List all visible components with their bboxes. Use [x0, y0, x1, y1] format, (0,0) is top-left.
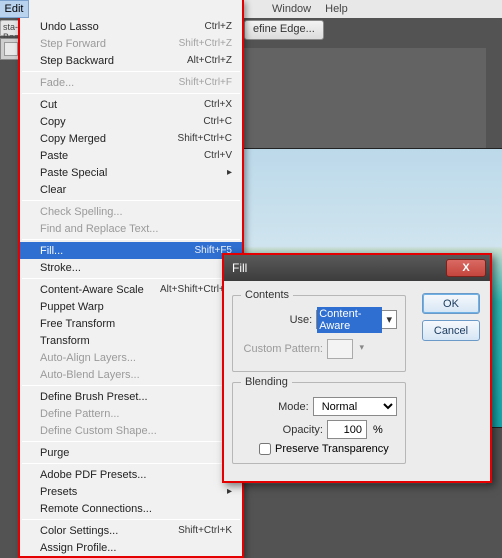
menu-item: Fade...Shift+Ctrl+F — [20, 74, 242, 91]
custom-pattern-label: Custom Pattern: — [241, 343, 323, 355]
menu-item[interactable]: PasteCtrl+V — [20, 147, 242, 164]
menu-item[interactable]: Paste Special▸ — [20, 164, 242, 181]
menu-item[interactable]: Presets▸ — [20, 483, 242, 500]
cancel-button[interactable]: Cancel — [422, 320, 480, 341]
menu-item[interactable]: Purge▸ — [20, 444, 242, 461]
edit-menu-dropdown: Undo LassoCtrl+ZStep ForwardShift+Ctrl+Z… — [18, 0, 244, 558]
menu-edit[interactable]: Edit — [0, 0, 29, 18]
fill-dialog: Fill X OK Cancel Contents Use: Content-A… — [222, 253, 492, 483]
dialog-title: Fill — [232, 261, 247, 275]
refine-edge-button[interactable]: efine Edge... — [244, 20, 324, 40]
menu-item[interactable]: Remote Connections... — [20, 500, 242, 517]
menu-item[interactable]: CopyCtrl+C — [20, 113, 242, 130]
menu-item: Auto-Align Layers... — [20, 349, 242, 366]
mode-select[interactable]: Normal — [313, 397, 397, 416]
close-icon: X — [462, 262, 469, 274]
menu-item[interactable]: Transform▸ — [20, 332, 242, 349]
preserve-transparency-checkbox[interactable] — [259, 443, 271, 455]
menu-item[interactable]: Adobe PDF Presets... — [20, 466, 242, 483]
menu-item[interactable]: Stroke... — [20, 259, 242, 276]
menu-item: Define Pattern... — [20, 405, 242, 422]
preserve-transparency-label: Preserve Transparency — [275, 443, 389, 455]
opacity-input[interactable] — [327, 420, 367, 439]
menu-item[interactable]: Assign Profile... — [20, 539, 242, 556]
menu-item[interactable]: CutCtrl+X — [20, 96, 242, 113]
use-value: Content-Aware — [317, 307, 382, 333]
menu-item[interactable]: Undo LassoCtrl+Z — [20, 18, 242, 35]
contents-legend: Contents — [241, 289, 293, 301]
custom-pattern-swatch — [327, 339, 353, 359]
menu-item: Find and Replace Text... — [20, 220, 242, 237]
menu-item[interactable]: Copy MergedShift+Ctrl+C — [20, 130, 242, 147]
menu-item[interactable]: Free Transform — [20, 315, 242, 332]
mode-label: Mode: — [241, 401, 309, 413]
menu-item[interactable]: Color Settings...Shift+Ctrl+K — [20, 522, 242, 539]
opacity-label: Opacity: — [241, 424, 323, 436]
ok-button[interactable]: OK — [422, 293, 480, 314]
use-select[interactable]: Content-Aware ▾ — [316, 310, 397, 329]
menu-item[interactable]: Puppet Warp — [20, 298, 242, 315]
use-label: Use: — [241, 314, 312, 326]
menu-item[interactable]: Step BackwardAlt+Ctrl+Z — [20, 52, 242, 69]
chevron-down-icon: ▾ — [382, 313, 396, 326]
menu-item[interactable]: Fill...Shift+F5 — [20, 242, 242, 259]
menu-item: Step ForwardShift+Ctrl+Z — [20, 35, 242, 52]
menu-item[interactable]: Content-Aware ScaleAlt+Shift+Ctrl+C — [20, 281, 242, 298]
blending-legend: Blending — [241, 376, 292, 388]
menu-help[interactable]: Help — [325, 3, 348, 15]
close-button[interactable]: X — [446, 259, 486, 277]
menu-item: Check Spelling... — [20, 203, 242, 220]
dialog-titlebar[interactable]: Fill X — [224, 255, 490, 281]
menu-item[interactable]: Define Brush Preset... — [20, 388, 242, 405]
menu-window[interactable]: Window — [272, 3, 311, 15]
menu-item: Define Custom Shape... — [20, 422, 242, 439]
menu-item: Auto-Blend Layers... — [20, 366, 242, 383]
opacity-unit: % — [373, 424, 383, 436]
menu-item[interactable]: Clear — [20, 181, 242, 198]
